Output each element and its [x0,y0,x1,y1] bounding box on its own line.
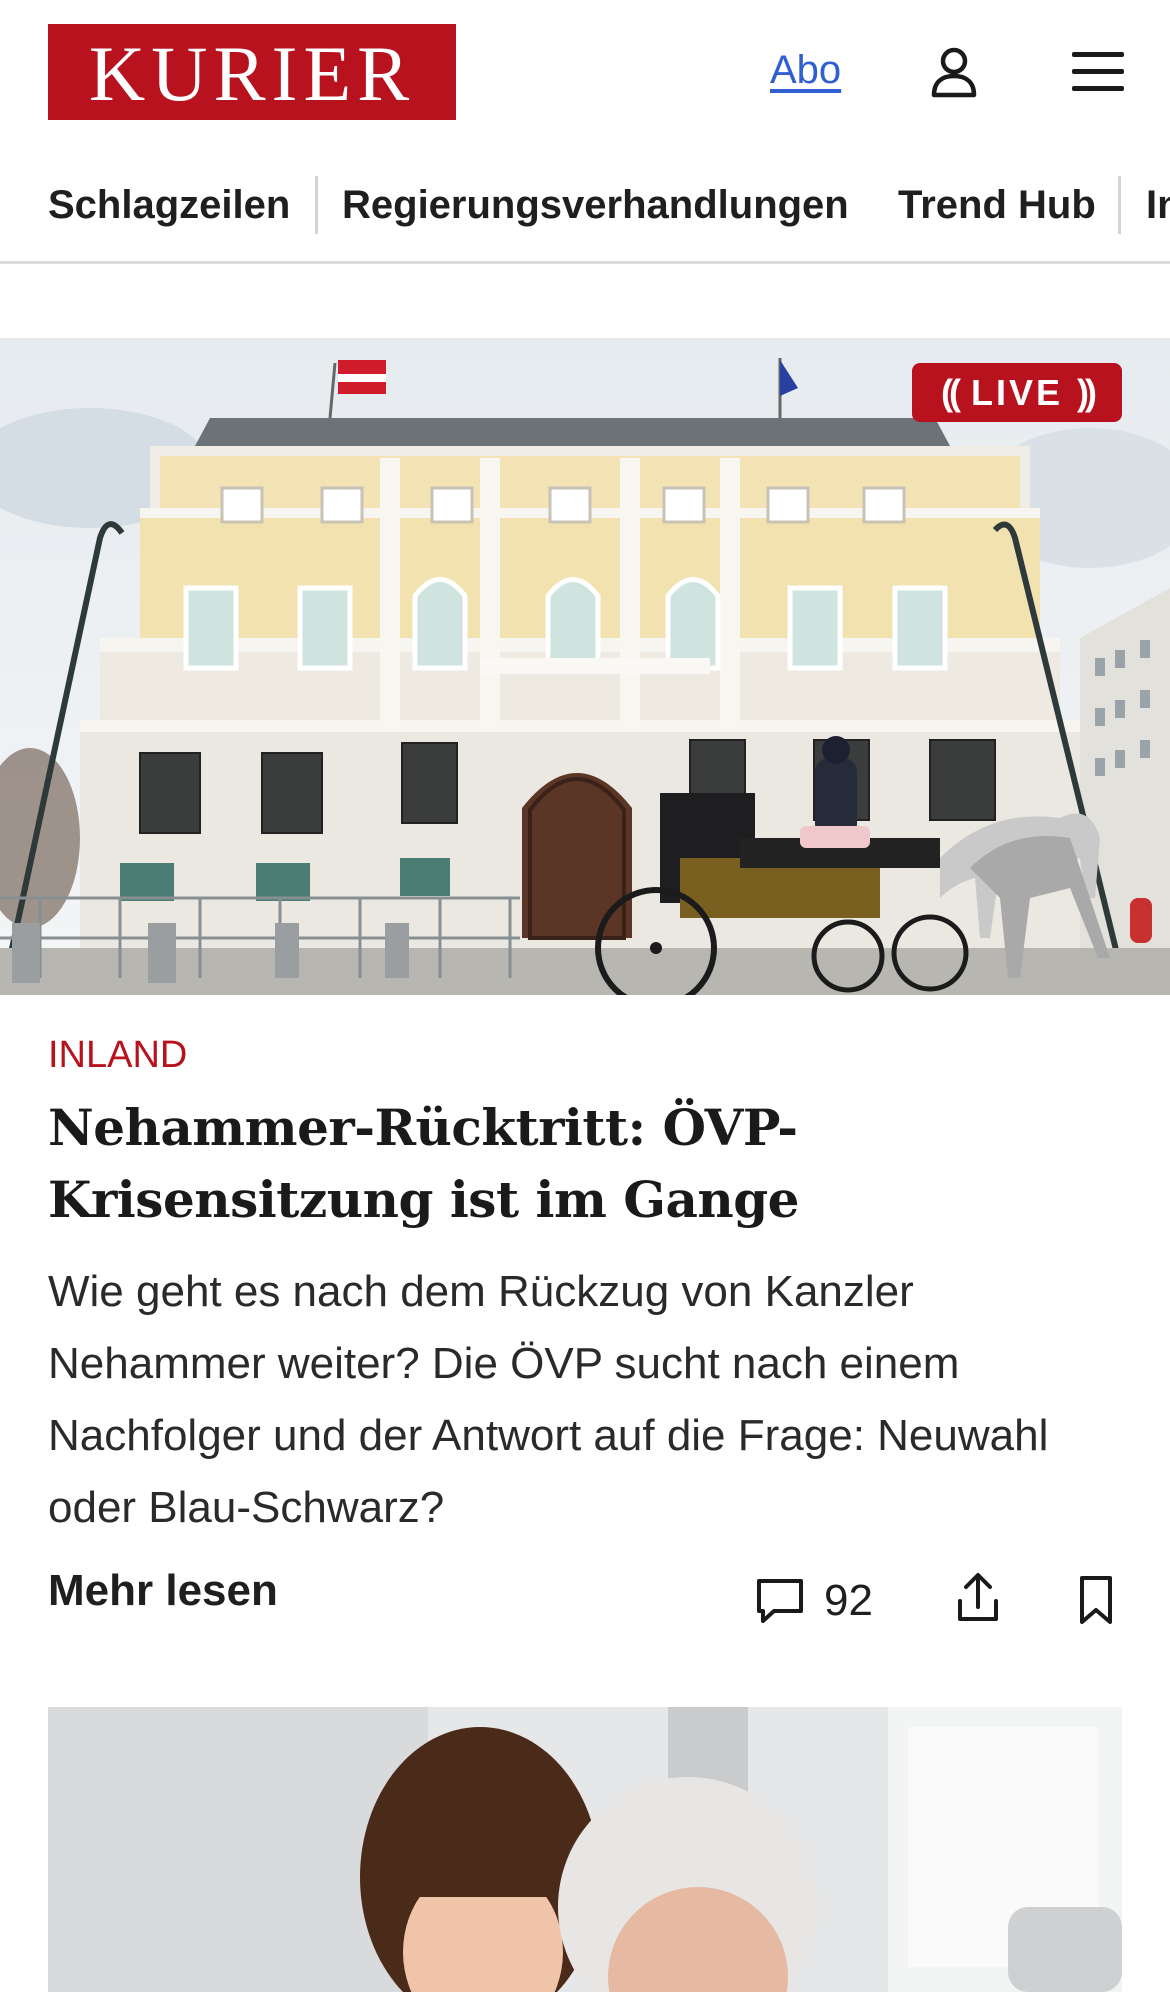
bookmark-icon[interactable] [1068,1570,1124,1630]
hamburger-menu-icon[interactable] [1068,42,1128,102]
live-badge: (( LIVE )) [912,363,1122,422]
nav-divider [315,176,318,234]
live-signal-left-icon: (( [941,371,961,413]
live-badge-label: LIVE [970,371,1063,413]
user-icon[interactable] [924,40,984,104]
nav-item-regierungsverhandlungen[interactable]: Regierungsverhandlungen [342,178,849,232]
nav-item-in[interactable]: In [1146,178,1170,232]
read-more-link[interactable]: Mehr lesen [48,1566,278,1616]
abo-link[interactable]: Abo [770,48,841,93]
article-teaser[interactable]: Wie geht es nach dem Rückzug von Kanzler… [48,1256,1108,1544]
nav-item-trend-hub[interactable]: Trend Hub [898,178,1096,232]
kurier-logo[interactable]: KURIER [48,24,456,120]
article-hero-image[interactable] [0,338,1170,995]
article-kicker[interactable]: INLAND [48,1034,187,1077]
nav-divider [1118,176,1121,234]
site-header: KURIER Abo [0,0,1170,150]
comment-count: 92 [824,1576,873,1625]
live-signal-right-icon: )) [1077,371,1097,413]
comments-button[interactable]: 92 [754,1570,873,1632]
share-icon[interactable] [948,1566,1008,1630]
article-image[interactable] [48,1707,1122,1992]
article-headline[interactable]: Nehammer-Rücktritt: ÖVP-Krisensitzung is… [48,1092,1128,1236]
nav-item-schlagzeilen[interactable]: Schlagzeilen [48,178,290,232]
section-nav: Schlagzeilen Regierungsverhandlungen Tre… [0,150,1170,264]
comment-icon [757,1579,803,1623]
